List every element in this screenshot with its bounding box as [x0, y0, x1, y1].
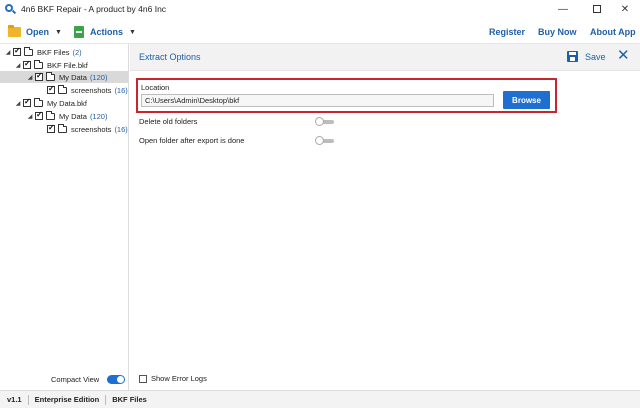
- delete-old-folders-toggle[interactable]: [315, 117, 335, 126]
- tree-node-screenshots[interactable]: screenshots (16): [46, 123, 128, 135]
- expand-arrow-icon[interactable]: ◢: [26, 113, 34, 120]
- compact-view-row: Compact View: [0, 372, 129, 388]
- folder-icon: [24, 46, 33, 56]
- window-close-icon: ✕: [620, 3, 630, 15]
- location-label: Location: [141, 83, 170, 92]
- show-error-logs-checkbox[interactable]: [139, 374, 147, 383]
- tree-node-label: BKF File.bkf: [47, 60, 88, 70]
- tree-checkbox[interactable]: [23, 97, 31, 107]
- minimize-button[interactable]: —: [550, 0, 576, 18]
- tree-node-my-data[interactable]: ◢ My Data (120): [26, 110, 128, 122]
- register-link[interactable]: Register: [489, 27, 525, 37]
- browse-button[interactable]: Browse: [503, 91, 550, 109]
- tree-checkbox[interactable]: [35, 71, 43, 81]
- status-bar: v1.1 Enterprise Edition BKF Files: [0, 390, 640, 408]
- tree-node-count: (16): [114, 124, 128, 134]
- expand-arrow-icon[interactable]: ◢: [26, 74, 34, 81]
- status-edition: Enterprise Edition: [29, 394, 107, 405]
- file-tree-pane: ◢ BKF Files (2) ◢ BKF File.bkf ◢ My Data…: [0, 44, 129, 390]
- save-button[interactable]: Save: [585, 52, 606, 62]
- tree-node-label: My Data: [59, 72, 87, 82]
- location-input[interactable]: [141, 94, 494, 107]
- compact-view-label: Compact View: [51, 375, 100, 384]
- folder-icon: [46, 110, 55, 120]
- chevron-down-icon: ▼: [129, 28, 136, 36]
- maximize-icon: [593, 5, 601, 13]
- panel-header: Extract Options Save ✕: [130, 44, 640, 71]
- minimize-icon: —: [558, 3, 568, 15]
- magnifier-icon: [5, 4, 17, 15]
- tree-node-bkf-file[interactable]: ◢ BKF File.bkf: [14, 59, 128, 71]
- about-app-link[interactable]: About App: [590, 27, 636, 37]
- extract-options-panel: Extract Options Save ✕ Location Browse D…: [130, 44, 640, 390]
- tree-node-bkf-files[interactable]: ◢ BKF Files (2): [4, 46, 128, 58]
- actions-button[interactable]: Actions ▼: [74, 23, 136, 41]
- folder-icon: [58, 123, 67, 133]
- tree-checkbox[interactable]: [47, 84, 55, 94]
- open-label: Open: [26, 27, 50, 37]
- show-error-logs-label: Show Error Logs: [151, 374, 207, 383]
- folder-icon: [8, 25, 21, 37]
- tree-node-my-data-selected[interactable]: ◢ My Data (120): [0, 71, 128, 83]
- close-icon[interactable]: ✕: [617, 48, 630, 63]
- tree-node-count: (120): [89, 111, 108, 121]
- tree-node-label: screenshots: [71, 85, 112, 95]
- tree-node-my-data-bkf[interactable]: ◢ My Data.bkf: [14, 97, 128, 109]
- delete-old-folders-label: Delete old folders: [139, 117, 198, 126]
- title-bar: 4n6 BKF Repair - A product by 4n6 Inc: [0, 0, 640, 18]
- status-version: v1.1: [0, 394, 29, 405]
- open-folder-after-export-label: Open folder after export is done: [139, 136, 245, 145]
- tree-node-screenshots[interactable]: screenshots (16): [46, 84, 128, 96]
- tree-node-label: My Data.bkf: [47, 98, 88, 108]
- document-icon: [74, 26, 84, 38]
- tree-node-label: screenshots: [71, 124, 112, 134]
- tree-checkbox[interactable]: [35, 110, 43, 120]
- tree-node-count: (2): [72, 47, 82, 57]
- open-folder-after-export-toggle[interactable]: [315, 136, 335, 145]
- tree-checkbox[interactable]: [47, 123, 55, 133]
- location-group: Location Browse: [136, 78, 557, 113]
- folder-icon: [34, 97, 43, 107]
- folder-icon: [46, 71, 55, 81]
- window-close-button[interactable]: ✕: [612, 0, 638, 18]
- panel-title: Extract Options: [139, 52, 201, 62]
- show-error-logs-option[interactable]: Show Error Logs: [139, 374, 207, 383]
- tree-checkbox[interactable]: [13, 46, 21, 56]
- expand-arrow-icon[interactable]: ◢: [14, 62, 22, 69]
- folder-icon: [58, 84, 67, 94]
- maximize-button[interactable]: [584, 0, 610, 18]
- folder-icon: [34, 59, 43, 69]
- compact-view-toggle[interactable]: [107, 375, 125, 384]
- expand-arrow-icon[interactable]: ◢: [14, 100, 22, 107]
- tree-node-count: (16): [114, 85, 128, 95]
- open-button[interactable]: Open ▼: [8, 23, 62, 41]
- tree-node-label: My Data: [59, 111, 87, 121]
- tree-node-label: BKF Files: [37, 47, 70, 57]
- tree-checkbox[interactable]: [23, 59, 31, 69]
- floppy-disk-icon[interactable]: [567, 51, 578, 62]
- status-mode: BKF Files: [112, 394, 147, 404]
- window-title: 4n6 BKF Repair - A product by 4n6 Inc: [21, 4, 167, 14]
- actions-label: Actions: [90, 27, 124, 37]
- chevron-down-icon: ▼: [55, 28, 62, 36]
- tree-node-count: (120): [89, 72, 108, 82]
- buy-now-link[interactable]: Buy Now: [538, 27, 577, 37]
- expand-arrow-icon[interactable]: ◢: [4, 49, 12, 56]
